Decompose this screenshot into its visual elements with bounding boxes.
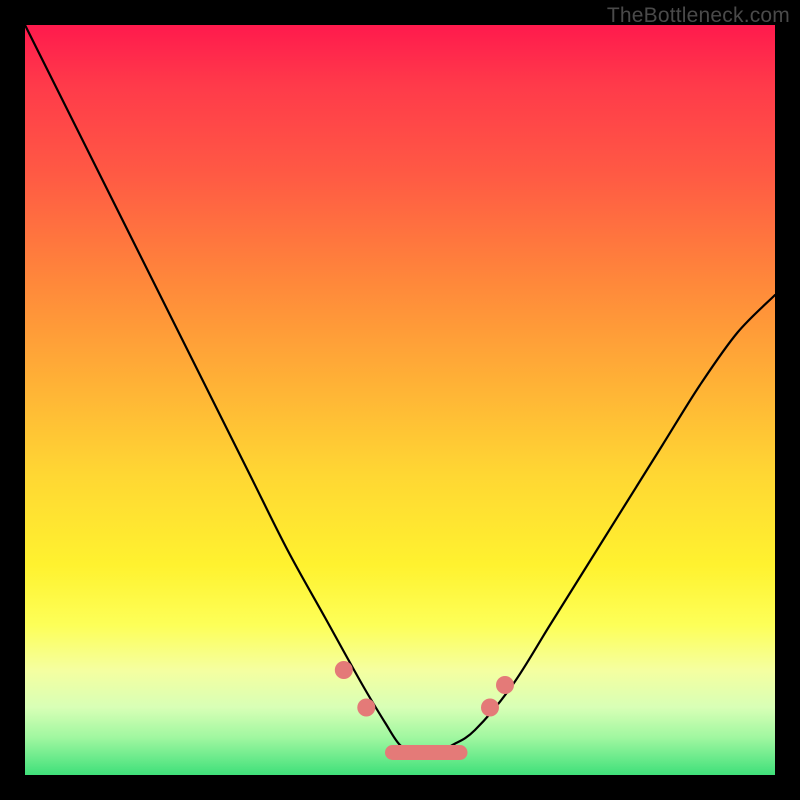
bottleneck-curve bbox=[25, 25, 775, 753]
watermark-text: TheBottleneck.com bbox=[607, 4, 790, 28]
outer-frame: TheBottleneck.com bbox=[0, 0, 800, 800]
left-upper-dot bbox=[335, 661, 353, 679]
chart-svg bbox=[25, 25, 775, 775]
right-upper-dot bbox=[496, 676, 514, 694]
plot-area bbox=[25, 25, 775, 775]
right-lower-dot bbox=[481, 699, 499, 717]
marker-dots bbox=[335, 661, 514, 717]
left-lower-dot bbox=[357, 699, 375, 717]
